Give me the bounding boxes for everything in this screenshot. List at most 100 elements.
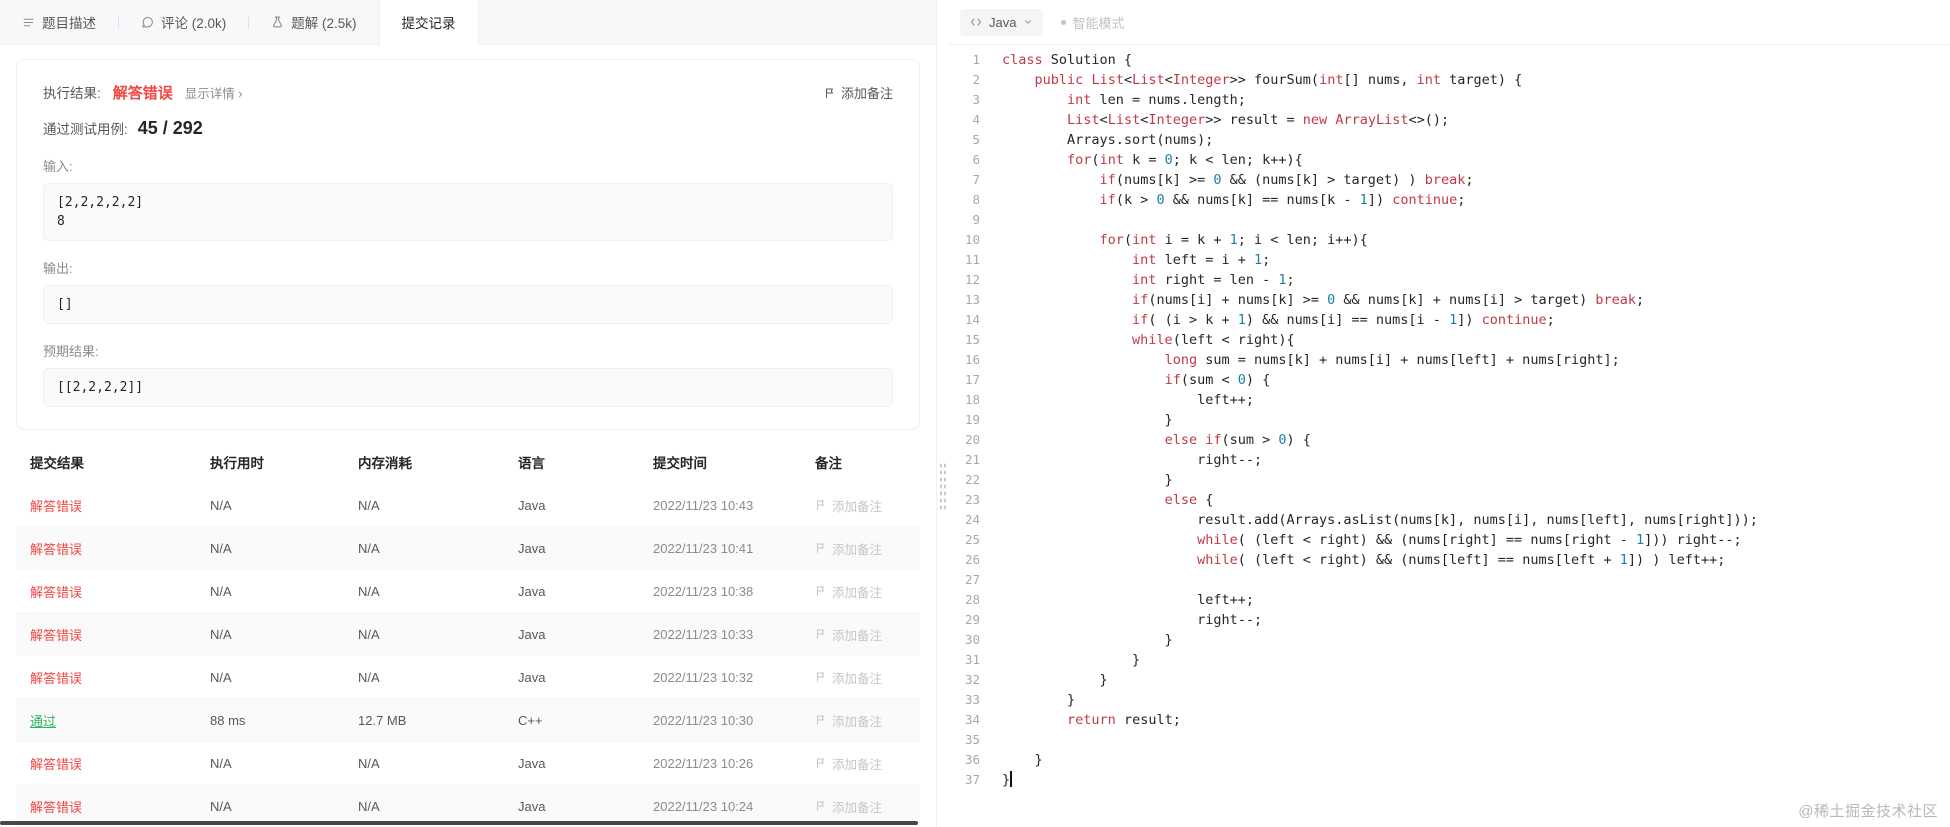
code-line[interactable]: 33 }: [948, 690, 1950, 710]
code-text: }: [1002, 692, 1076, 708]
code-line[interactable]: 2 public List<List<Integer>> fourSum(int…: [948, 70, 1950, 90]
line-number: 1: [972, 52, 980, 67]
flag-icon: [817, 758, 824, 768]
smart-mode-icon: [1061, 19, 1067, 25]
code-line[interactable]: 19 }: [948, 410, 1950, 430]
code-line[interactable]: 6 for(int k = 0; k < len; k++){: [948, 150, 1950, 170]
submission-result-link[interactable]: 解答错误: [30, 800, 82, 815]
code-line[interactable]: 3 int len = nums.length;: [948, 90, 1950, 110]
memory-cell: N/A: [358, 755, 380, 771]
submission-result-link[interactable]: 解答错误: [30, 757, 82, 772]
code-text: else {: [1164, 492, 1214, 508]
code-line[interactable]: 23 else {: [948, 490, 1950, 510]
expected-box[interactable]: [[2,2,2,2]]: [43, 368, 893, 407]
code-line[interactable]: 36 }: [948, 750, 1950, 770]
tab-problem-description[interactable]: 题目描述: [0, 0, 118, 44]
code-line[interactable]: 37}: [948, 770, 1950, 790]
line-number: 23: [964, 492, 980, 507]
add-note-button[interactable]: 添加备注: [815, 625, 882, 644]
submission-table: 提交结果 执行用时 内存消耗 语言 提交时间 备注 解答错误 N/A N/A Java…: [16, 440, 920, 827]
code-line[interactable]: 26 while( (left < right) && (nums[left] …: [948, 550, 1950, 570]
add-note-button[interactable]: 添加备注: [815, 496, 882, 515]
code-text: right--;: [1002, 452, 1263, 468]
table-row: 解答错误 N/A N/A Java 2022/11/23 10:26 添加备注: [16, 742, 920, 785]
code-line[interactable]: 35: [948, 730, 1950, 750]
code-editor[interactable]: 1 class Solution {2 public List<List<Inte…: [948, 45, 1950, 827]
code-line[interactable]: 12 int right = len - 1;: [948, 270, 1950, 290]
code-text: left++;: [1002, 592, 1254, 608]
column-header-result: 提交结果: [30, 456, 84, 471]
add-note-label: 添加备注: [840, 86, 893, 101]
code-line[interactable]: 11 int left = i + 1;: [948, 250, 1950, 270]
smart-mode-toggle[interactable]: 智能模式: [1061, 13, 1124, 32]
code-line[interactable]: 9: [948, 210, 1950, 230]
code-line[interactable]: 32 }: [948, 670, 1950, 690]
code-lines: 1 class Solution {2 public List<List<Inte…: [948, 50, 1950, 790]
code-line[interactable]: 20 else if(sum > 0) {: [948, 430, 1950, 450]
tab-solutions[interactable]: 题解 (2.5k): [249, 0, 378, 44]
code-line[interactable]: 29 right--;: [948, 610, 1950, 630]
exec-result-status: 解答错误: [112, 85, 173, 102]
code-line[interactable]: 34 return result;: [948, 710, 1950, 730]
note-cell: 添加备注: [815, 797, 920, 816]
flag-icon: [817, 672, 824, 682]
submission-result-link[interactable]: 解答错误: [30, 628, 82, 643]
code-line[interactable]: 13 if(nums[i] + nums[k] >= 0 && nums[k] …: [948, 290, 1950, 310]
line-number: 21: [964, 452, 980, 467]
memory-cell: N/A: [358, 669, 380, 685]
add-note-button[interactable]: 添加备注: [815, 582, 882, 601]
add-note-button[interactable]: 添加备注: [815, 668, 882, 687]
submission-result-link[interactable]: 解答错误: [30, 499, 82, 514]
output-box[interactable]: []: [43, 285, 893, 324]
code-text: }: [1002, 672, 1108, 688]
code-text: }: [1002, 771, 1013, 788]
tab-comments[interactable]: 评论 (2.0k): [119, 0, 248, 44]
code-line[interactable]: 7 if(nums[k] >= 0 && (nums[k] > target) …: [948, 170, 1950, 190]
code-line[interactable]: 31 }: [948, 650, 1950, 670]
tab-submissions[interactable]: 提交记录: [378, 0, 479, 45]
code-line[interactable]: 4 List<List<Integer>> result = new Array…: [948, 110, 1950, 130]
code-text: while( (left < right) && (nums[right] ==…: [1197, 532, 1742, 548]
show-details-link[interactable]: 显示详情 ›: [185, 83, 243, 102]
code-line[interactable]: 24 result.add(Arrays.asList(nums[k], num…: [948, 510, 1950, 530]
submission-result-link[interactable]: 通过: [30, 714, 56, 729]
code-line[interactable]: 8 if(k > 0 && nums[k] == nums[k - 1]) co…: [948, 190, 1950, 210]
code-line[interactable]: 15 while(left < right){: [948, 330, 1950, 350]
code-line[interactable]: 28 left++;: [948, 590, 1950, 610]
code-line[interactable]: 21 right--;: [948, 450, 1950, 470]
code-line[interactable]: 5 Arrays.sort(nums);: [948, 130, 1950, 150]
code-line[interactable]: 10 for(int i = k + 1; i < len; i++){: [948, 230, 1950, 250]
submission-result-link[interactable]: 解答错误: [30, 585, 82, 600]
add-note-button[interactable]: 添加备注: [815, 539, 882, 558]
code-line[interactable]: 25 while( (left < right) && (nums[right]…: [948, 530, 1950, 550]
code-text: else if(sum > 0) {: [1164, 432, 1311, 448]
horizontal-scrollbar[interactable]: [0, 821, 918, 825]
note-cell: 添加备注: [815, 711, 920, 730]
code-line[interactable]: 27: [948, 570, 1950, 590]
submission-result-link[interactable]: 解答错误: [30, 671, 82, 686]
code-line[interactable]: 14 if( (i > k + 1) && nums[i] == nums[i …: [948, 310, 1950, 330]
code-line[interactable]: 17 if(sum < 0) {: [948, 370, 1950, 390]
table-row: 解答错误 N/A N/A Java 2022/11/23 10:32 添加备注: [16, 656, 920, 699]
input-box[interactable]: [2,2,2,2,2] 8: [43, 183, 893, 241]
line-number: 28: [964, 592, 980, 607]
code-line[interactable]: 1 class Solution {: [948, 50, 1950, 70]
language-cell: C++: [518, 712, 543, 728]
submit-time-cell: 2022/11/23 10:33: [653, 626, 754, 642]
panel-resize-handle[interactable]: [936, 0, 948, 827]
code-text: if(sum < 0) {: [1164, 372, 1271, 388]
code-line[interactable]: 30 }: [948, 630, 1950, 650]
code-line[interactable]: 16 long sum = nums[k] + nums[i] + nums[l…: [948, 350, 1950, 370]
line-number: 27: [964, 572, 980, 587]
add-note-button[interactable]: 添加备注: [815, 754, 882, 773]
add-note-button[interactable]: 添加备注: [824, 83, 893, 102]
submission-result-link[interactable]: 解答错误: [30, 542, 82, 557]
code-line[interactable]: 22 }: [948, 470, 1950, 490]
code-text: long sum = nums[k] + nums[i] + nums[left…: [1164, 352, 1620, 368]
code-line[interactable]: 18 left++;: [948, 390, 1950, 410]
add-note-button[interactable]: 添加备注: [815, 797, 882, 816]
flag-icon: [817, 543, 824, 553]
add-note-button[interactable]: 添加备注: [815, 711, 882, 730]
language-selector[interactable]: Java: [960, 8, 1044, 36]
flag-icon: [817, 500, 824, 510]
